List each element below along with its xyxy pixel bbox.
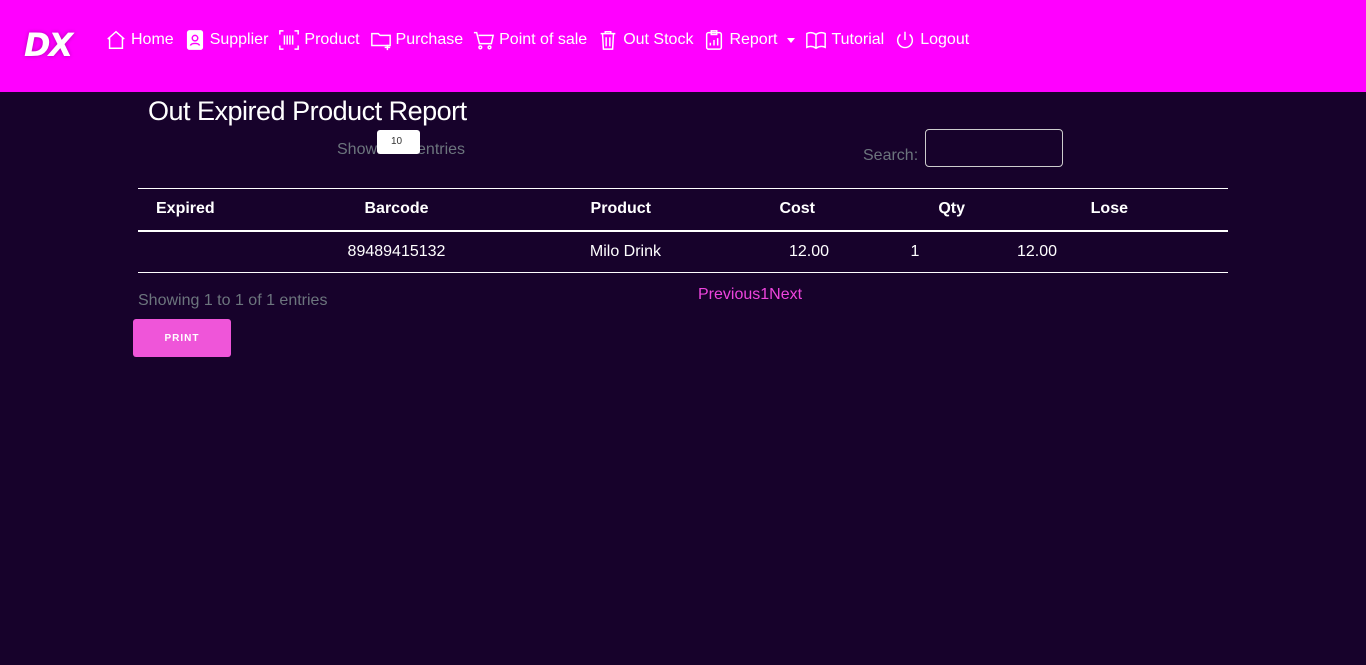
cart-icon [474, 31, 495, 50]
nav-logout[interactable]: Logout [894, 28, 969, 52]
search-input[interactable] [925, 129, 1063, 167]
col-expired[interactable]: Expired [138, 188, 308, 232]
nav-product[interactable]: Product [278, 28, 360, 52]
nav-label: Supplier [209, 31, 269, 48]
table-info: Showing 1 to 1 of 1 entries [138, 292, 328, 309]
nav-menu: Home Supplier Product Purchase Point of … [105, 28, 969, 52]
cell-barcode: 89489415132 [308, 230, 485, 273]
nav-tutorial[interactable]: Tutorial [805, 28, 884, 52]
book-icon [806, 31, 827, 50]
table-header-row: Expired Barcode Product Cost Qty Lose [138, 188, 1228, 232]
barcode-icon [279, 30, 300, 50]
nav-outstock[interactable]: Out Stock [597, 28, 693, 52]
folder-plus-icon [370, 32, 391, 51]
col-barcode[interactable]: Barcode [308, 188, 485, 232]
table-row: 89489415132 Milo Drink 12.00 1 12.00 [138, 230, 1228, 273]
next-button[interactable]: Next [769, 286, 802, 303]
page-1-button[interactable]: 1 [760, 286, 769, 303]
contact-card-icon [186, 30, 203, 50]
print-button[interactable]: PRINT [133, 319, 231, 357]
top-navbar: DX Home Supplier Product Purchase Point … [0, 0, 1366, 92]
home-icon [107, 30, 125, 49]
col-product[interactable]: Product [485, 188, 661, 232]
nav-label: Purchase [395, 31, 464, 48]
page-title: Out Expired Product Report [148, 96, 467, 126]
nav-label: Report [729, 31, 778, 48]
search-label: Search: [863, 147, 919, 164]
brand-logo[interactable]: DX [24, 26, 73, 64]
clipboard-chart-icon [706, 30, 723, 50]
nav-purchase[interactable]: Purchase [370, 28, 464, 52]
entries-select[interactable]: 10 [377, 130, 420, 154]
cell-expired [138, 230, 308, 273]
cell-lose: 12.00 [985, 230, 1228, 273]
trash-icon [600, 31, 616, 50]
pagination: Previous1Next [698, 286, 802, 304]
col-lose[interactable]: Lose [985, 188, 1228, 232]
nav-label: Point of sale [499, 31, 588, 48]
nav-label: Out Stock [623, 31, 694, 48]
nav-pos[interactable]: Point of sale [473, 28, 587, 52]
caret-down-icon [787, 37, 796, 43]
previous-button[interactable]: Previous [698, 286, 760, 303]
nav-label: Logout [920, 31, 970, 48]
nav-supplier[interactable]: Supplier [184, 28, 269, 52]
nav-label: Tutorial [831, 31, 885, 48]
nav-label: Home [131, 31, 174, 48]
cell-product: Milo Drink [485, 230, 661, 273]
cell-qty: 1 [835, 230, 985, 273]
nav-label: Product [304, 31, 360, 48]
length-suffix: entries [417, 141, 466, 158]
col-qty[interactable]: Qty [835, 188, 985, 232]
col-cost[interactable]: Cost [661, 188, 835, 232]
report-table: Expired Barcode Product Cost Qty Lose 89… [138, 188, 1228, 273]
cell-cost: 12.00 [661, 230, 835, 273]
nav-report[interactable]: Report [703, 28, 796, 52]
power-icon [897, 31, 914, 49]
nav-home[interactable]: Home [105, 28, 174, 52]
length-prefix: Show [337, 141, 378, 158]
